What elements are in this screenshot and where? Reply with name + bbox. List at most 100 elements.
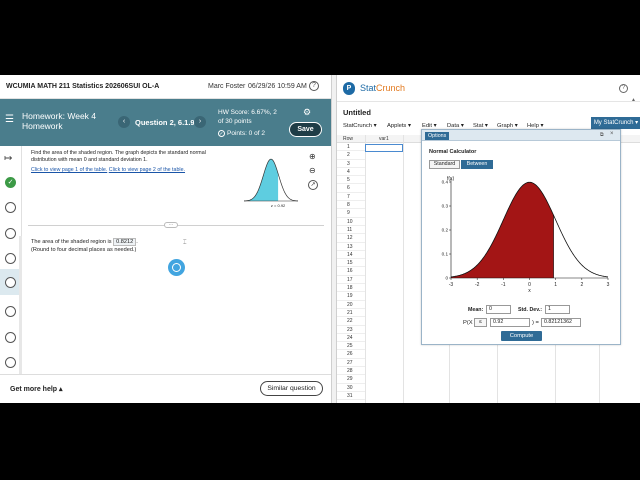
previous-question-button[interactable]: ‹ xyxy=(118,116,130,128)
shaded-area xyxy=(451,182,554,278)
scroll-up-icon[interactable]: ▲ xyxy=(631,97,636,103)
normal-curve-thumbnail: z = 0.92 xyxy=(243,158,299,208)
normal-distribution-chart: -3 -2 -1 0 1 2 300.10.20.30.4xf(x) xyxy=(442,176,610,294)
x-tick-label: -3 xyxy=(449,282,454,288)
row-number[interactable]: 23 xyxy=(337,326,365,334)
row-number[interactable]: 8 xyxy=(337,201,365,210)
question-nav-item-7[interactable] xyxy=(5,332,16,343)
tab-standard[interactable]: Standard xyxy=(429,160,460,169)
row-number[interactable]: 3 xyxy=(337,160,365,168)
x-value-input[interactable]: 0.92 xyxy=(490,318,530,327)
std-dev-input[interactable]: 1 xyxy=(545,305,570,314)
question-area: Find the area of the shaded region. The … xyxy=(22,146,331,374)
row-number[interactable]: 26 xyxy=(337,350,365,359)
collapse-arrow-icon[interactable]: ↦ xyxy=(4,153,12,164)
row-number[interactable]: 17 xyxy=(337,276,365,285)
course-title[interactable]: WCUMIA MATH 211 Statistics 202606SUI OL-… xyxy=(6,83,159,90)
question-nav-item-1[interactable]: ✓ xyxy=(5,177,16,188)
probability-result[interactable]: 0.82121362 xyxy=(541,318,581,327)
answer-suffix: . xyxy=(136,239,138,245)
question-nav-item-4[interactable] xyxy=(5,253,16,264)
menu-icon[interactable]: ☰ xyxy=(5,114,14,125)
row-number[interactable]: 27 xyxy=(337,359,365,368)
row-number[interactable]: 30 xyxy=(337,384,365,392)
tab-between[interactable]: Between xyxy=(461,160,493,169)
row-number[interactable]: 22 xyxy=(337,317,365,326)
round-note: (Round to four decimal places as needed.… xyxy=(31,247,137,253)
question-nav-item-5[interactable] xyxy=(5,277,16,288)
y-axis-label: f(x) xyxy=(447,176,455,182)
row-number[interactable]: 14 xyxy=(337,251,365,260)
zoom-out-icon[interactable]: ⊖ xyxy=(309,166,316,175)
row-number[interactable]: 7 xyxy=(337,193,365,202)
hw-score-line1: HW Score: 6.67%, 2 xyxy=(218,109,277,116)
row-number[interactable]: 12 xyxy=(337,234,365,243)
row-number[interactable]: 5 xyxy=(337,176,365,185)
row-number[interactable]: 6 xyxy=(337,184,365,193)
table-page2-link[interactable]: Click to view page 2 of the table. xyxy=(109,167,185,173)
help-icon[interactable]: ? xyxy=(309,81,319,91)
course-bar: WCUMIA MATH 211 Statistics 202606SUI OL-… xyxy=(0,75,331,99)
selected-cell[interactable] xyxy=(365,144,403,152)
homework-panel: WCUMIA MATH 211 Statistics 202606SUI OL-… xyxy=(0,75,331,403)
row-number[interactable]: 4 xyxy=(337,168,365,177)
screen: WCUMIA MATH 211 Statistics 202606SUI OL-… xyxy=(0,75,640,403)
row-number[interactable]: 25 xyxy=(337,342,365,351)
result-prefix: ) = xyxy=(532,320,539,326)
popout-icon[interactable]: ↗ xyxy=(308,180,318,190)
row-number[interactable]: 18 xyxy=(337,284,365,293)
row-number[interactable]: 13 xyxy=(337,243,365,251)
row-number[interactable]: 31 xyxy=(337,392,365,401)
statcrunch-help-icon[interactable]: ? xyxy=(619,84,628,93)
row-number[interactable]: 19 xyxy=(337,292,365,301)
row-number[interactable]: 16 xyxy=(337,267,365,276)
inequality-select[interactable]: ≤ xyxy=(474,318,487,327)
row-number[interactable]: 21 xyxy=(337,309,365,318)
var1-column-header[interactable]: var1 xyxy=(379,136,389,142)
my-statcrunch-button[interactable]: My StatCrunch ▾ xyxy=(591,117,640,129)
x-axis-label: x xyxy=(528,288,531,294)
calculator-titlebar[interactable]: Options ⧉ × xyxy=(422,130,620,141)
normal-calculator-window: Options ⧉ × Normal Calculator Standard B… xyxy=(421,129,621,345)
similar-question-button[interactable]: Similar question xyxy=(260,381,323,396)
gear-icon[interactable]: ⚙ xyxy=(303,107,311,118)
statcrunch-brand: StatCrunch xyxy=(360,83,405,93)
question-nav-item-6[interactable] xyxy=(5,306,16,317)
row-number[interactable]: 24 xyxy=(337,334,365,343)
row-number[interactable]: 20 xyxy=(337,301,365,309)
row-number[interactable]: 2 xyxy=(337,151,365,160)
thumbnail-shaded-area xyxy=(244,159,279,201)
menu-statcrunch[interactable]: StatCrunch ▾ xyxy=(343,123,377,129)
compute-button[interactable]: Compute xyxy=(501,331,542,341)
expand-icon[interactable]: ⧉ xyxy=(600,132,604,138)
close-icon[interactable]: × xyxy=(610,131,614,137)
row-number[interactable]: 9 xyxy=(337,209,365,218)
y-tick-label: 0 xyxy=(445,276,448,281)
divider-handle[interactable]: ··· xyxy=(164,222,178,228)
x-tick-label: 2 xyxy=(580,282,583,288)
question-nav-item-3[interactable] xyxy=(5,228,16,239)
calculator-title: Normal Calculator xyxy=(429,149,477,155)
zoom-in-icon[interactable]: ⊕ xyxy=(309,152,316,161)
menu-applets[interactable]: Applets ▾ xyxy=(387,123,411,129)
next-question-button[interactable]: › xyxy=(194,116,206,128)
row-number[interactable]: 1 xyxy=(337,143,365,152)
mean-input[interactable]: 0 xyxy=(486,305,511,314)
row-number[interactable]: 15 xyxy=(337,259,365,268)
homework-title: Homework: Week 4 Homework xyxy=(22,111,96,131)
row-number[interactable]: 10 xyxy=(337,218,365,226)
loading-icon xyxy=(168,259,185,276)
question-nav-item-8[interactable] xyxy=(5,357,16,368)
table-links: Click to view page 1 of the table. Click… xyxy=(31,167,185,173)
question-nav-item-2[interactable] xyxy=(5,202,16,213)
row-number[interactable]: 29 xyxy=(337,375,365,384)
table-page1-link[interactable]: Click to view page 1 of the table. xyxy=(31,167,107,173)
statcrunch-topbar: P StatCrunch ? ▲ xyxy=(337,75,640,103)
row-number[interactable]: 11 xyxy=(337,226,365,235)
question-label: Question 2, 6.1.9 xyxy=(135,118,195,127)
answer-input[interactable]: 0.8212 xyxy=(113,238,137,246)
row-number[interactable]: 28 xyxy=(337,367,365,376)
save-button[interactable]: Save xyxy=(289,122,322,137)
options-button[interactable]: Options xyxy=(425,132,450,140)
get-more-help-button[interactable]: Get more help ▴ xyxy=(10,385,63,393)
